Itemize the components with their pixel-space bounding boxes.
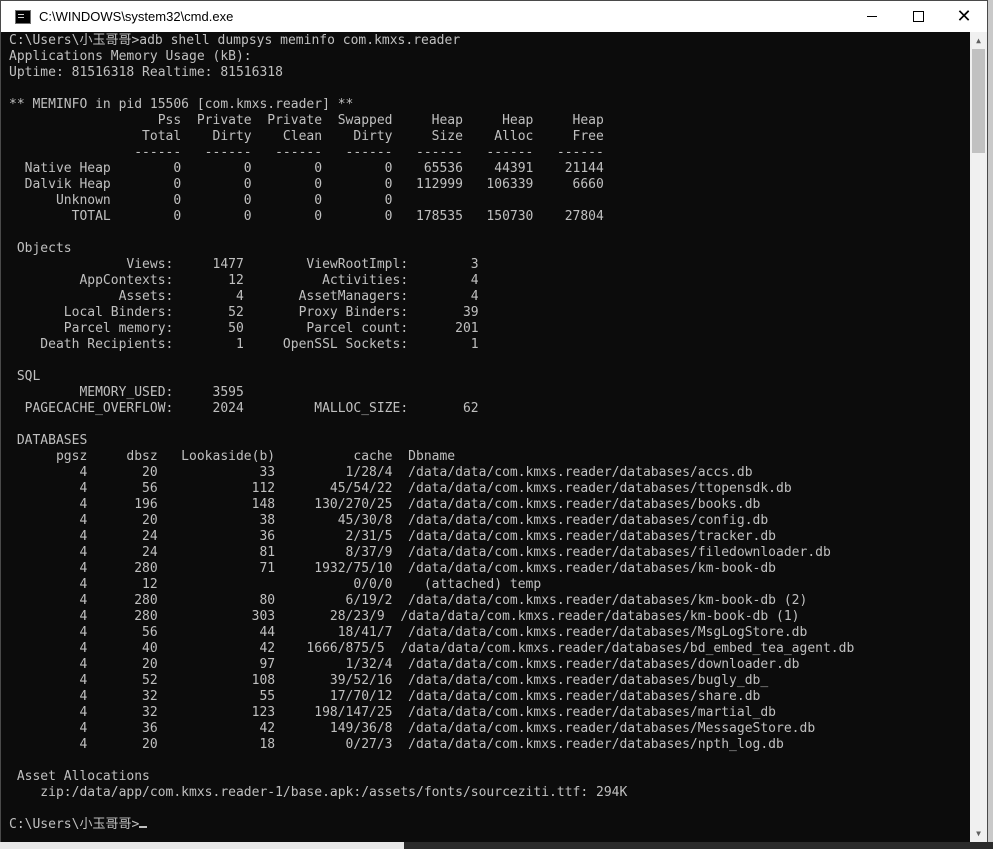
console-line: 4 280 71 1932/75/10 /data/data/com.kmxs.… (9, 561, 777, 576)
console-line: Local Binders: 52 Proxy Binders: 39 (9, 305, 479, 320)
console-line: MEMORY_USED: 3595 (9, 385, 244, 400)
console-line: 4 24 36 2/31/5 /data/data/com.kmxs.reade… (9, 529, 777, 544)
console-line: Applications Memory Usage (kB): (9, 49, 252, 64)
console-line: 4 196 148 130/270/25 /data/data/com.kmxs… (9, 497, 761, 512)
console-line: Unknown 0 0 0 0 (9, 193, 393, 208)
console-text: C:\Users\小玉哥哥>adb shell dumpsys meminfo … (1, 32, 971, 833)
console-line: 4 12 0/0/0 (attached) temp (9, 577, 542, 592)
console-line: Objects (9, 241, 72, 256)
console-line: DATABASES (9, 433, 88, 448)
console-line: C:\Users\小玉哥哥>adb shell dumpsys meminfo … (9, 33, 461, 48)
scrollbar-thumb[interactable] (972, 49, 985, 153)
console-line: Uptime: 81516318 Realtime: 81516318 (9, 65, 283, 80)
close-button[interactable]: ✕ (941, 1, 987, 32)
minimize-icon (867, 16, 877, 17)
console-line: ** MEMINFO in pid 15506 [com.kmxs.reader… (9, 97, 354, 112)
console-line: 4 40 42 1666/875/5 /data/data/com.kmxs.r… (9, 641, 855, 656)
console-line: Dalvik Heap 0 0 0 0 112999 106339 6660 (9, 177, 604, 192)
console-line: AppContexts: 12 Activities: 4 (9, 273, 479, 288)
vertical-scrollbar[interactable]: ▲ ▼ (970, 32, 987, 842)
console-line: 4 280 303 28/23/9 /data/data/com.kmxs.re… (9, 609, 800, 624)
console-line: Native Heap 0 0 0 0 65536 44391 21144 (9, 161, 604, 176)
text-cursor (139, 826, 148, 828)
console-line: Asset Allocations (9, 769, 150, 784)
console-line: Death Recipients: 1 OpenSSL Sockets: 1 (9, 337, 479, 352)
console-line: 4 32 123 198/147/25 /data/data/com.kmxs.… (9, 705, 777, 720)
console-line: pgsz dbsz Lookaside(b) cache Dbname (9, 449, 456, 464)
console-line: Total Dirty Clean Dirty Size Alloc Free (9, 129, 604, 144)
console-line: 4 36 42 149/36/8 /data/data/com.kmxs.rea… (9, 721, 816, 736)
desktop-taskbar-edge (404, 842, 993, 849)
console-output[interactable]: C:\Users\小玉哥哥>adb shell dumpsys meminfo … (1, 32, 971, 842)
title-bar[interactable]: C:\WINDOWS\system32\cmd.exe ✕ (1, 1, 987, 32)
window-controls: ✕ (849, 1, 987, 32)
window-title: C:\WINDOWS\system32\cmd.exe (39, 9, 234, 24)
maximize-button[interactable] (895, 1, 941, 32)
minimize-button[interactable] (849, 1, 895, 32)
console-line: 4 56 44 18/41/7 /data/data/com.kmxs.read… (9, 625, 808, 640)
console-line: Assets: 4 AssetManagers: 4 (9, 289, 479, 304)
console-line: 4 32 55 17/70/12 /data/data/com.kmxs.rea… (9, 689, 761, 704)
console-line: zip:/data/app/com.kmxs.reader-1/base.apk… (9, 785, 628, 800)
maximize-icon (912, 11, 924, 22)
console-line: PAGECACHE_OVERFLOW: 2024 MALLOC_SIZE: 62 (9, 401, 479, 416)
console-line: 4 20 18 0/27/3 /data/data/com.kmxs.reade… (9, 737, 784, 752)
console-line: 4 56 112 45/54/22 /data/data/com.kmxs.re… (9, 481, 792, 496)
console-line: ------ ------ ------ ------ ------ -----… (9, 145, 604, 160)
console-line: SQL (9, 369, 41, 384)
console-line: 4 20 97 1/32/4 /data/data/com.kmxs.reade… (9, 657, 800, 672)
console-line: Pss Private Private Swapped Heap Heap He… (9, 113, 604, 128)
console-line: 4 280 80 6/19/2 /data/data/com.kmxs.read… (9, 593, 808, 608)
cmd-icon[interactable] (15, 9, 31, 24)
cmd-window: C:\WINDOWS\system32\cmd.exe ✕ C:\Users\小… (0, 0, 988, 842)
scroll-up-arrow-icon[interactable]: ▲ (970, 32, 987, 49)
close-icon: ✕ (956, 6, 972, 27)
scroll-down-arrow-icon[interactable]: ▼ (970, 825, 987, 842)
console-line: 4 52 108 39/52/16 /data/data/com.kmxs.re… (9, 673, 769, 688)
console-line: TOTAL 0 0 0 0 178535 150730 27804 (9, 209, 604, 224)
console-line: 4 24 81 8/37/9 /data/data/com.kmxs.reade… (9, 545, 831, 560)
console-line: 4 20 33 1/28/4 /data/data/com.kmxs.reade… (9, 465, 753, 480)
console-line: Parcel memory: 50 Parcel count: 201 (9, 321, 479, 336)
command-prompt[interactable]: C:\Users\小玉哥哥> (9, 817, 139, 832)
console-line: Views: 1477 ViewRootImpl: 3 (9, 257, 479, 272)
console-line: 4 20 38 45/30/8 /data/data/com.kmxs.read… (9, 513, 769, 528)
